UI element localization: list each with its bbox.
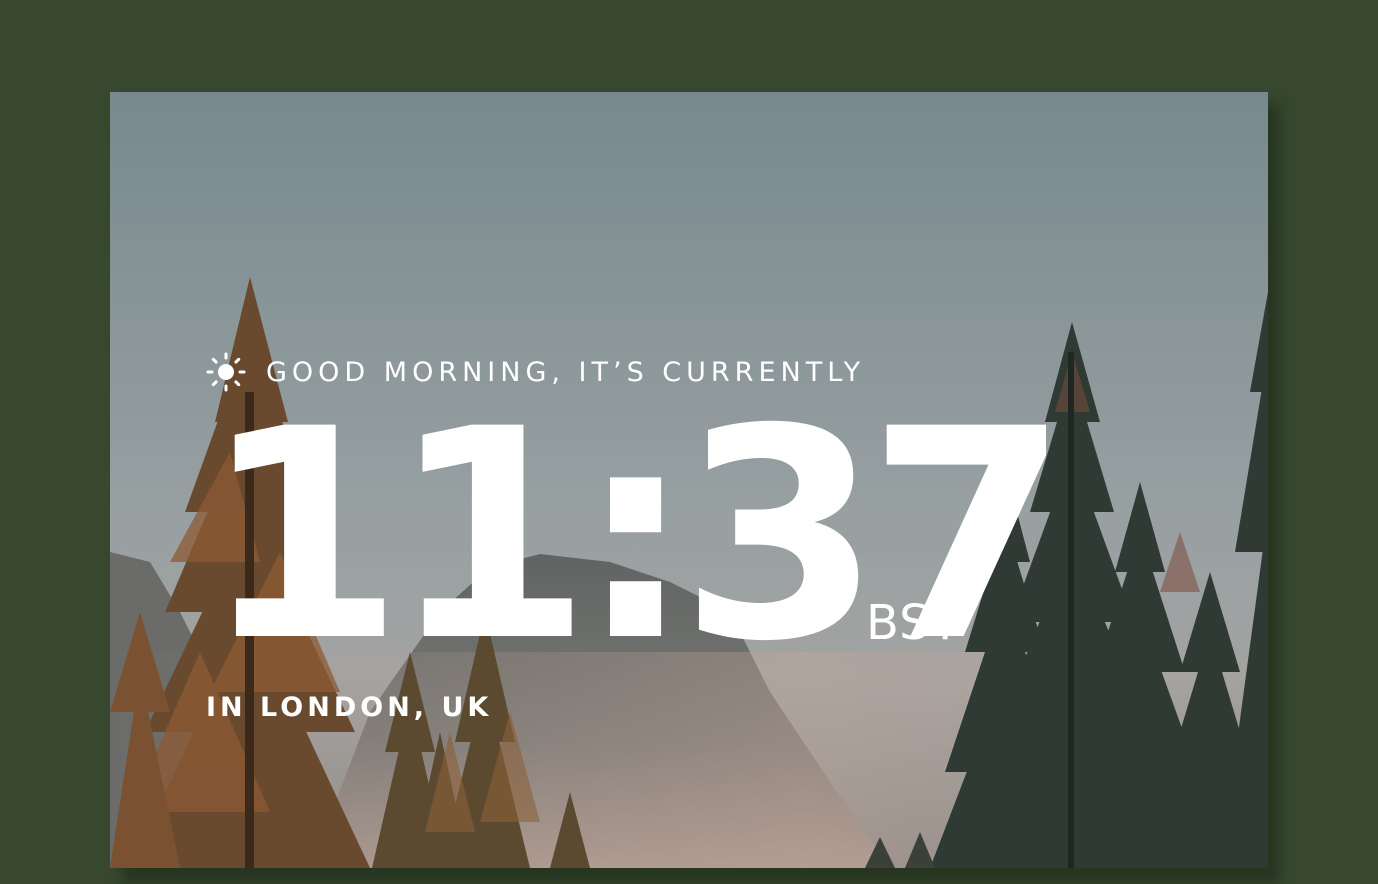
clock-app-window: GOOD MORNING, IT’S CURRENTLY 11:37 BST I… — [110, 92, 1268, 868]
clock-overlay: GOOD MORNING, IT’S CURRENTLY 11:37 BST I… — [110, 92, 1268, 868]
timezone-label: BST — [866, 595, 961, 651]
location-label: IN LONDON, UK — [206, 692, 493, 723]
